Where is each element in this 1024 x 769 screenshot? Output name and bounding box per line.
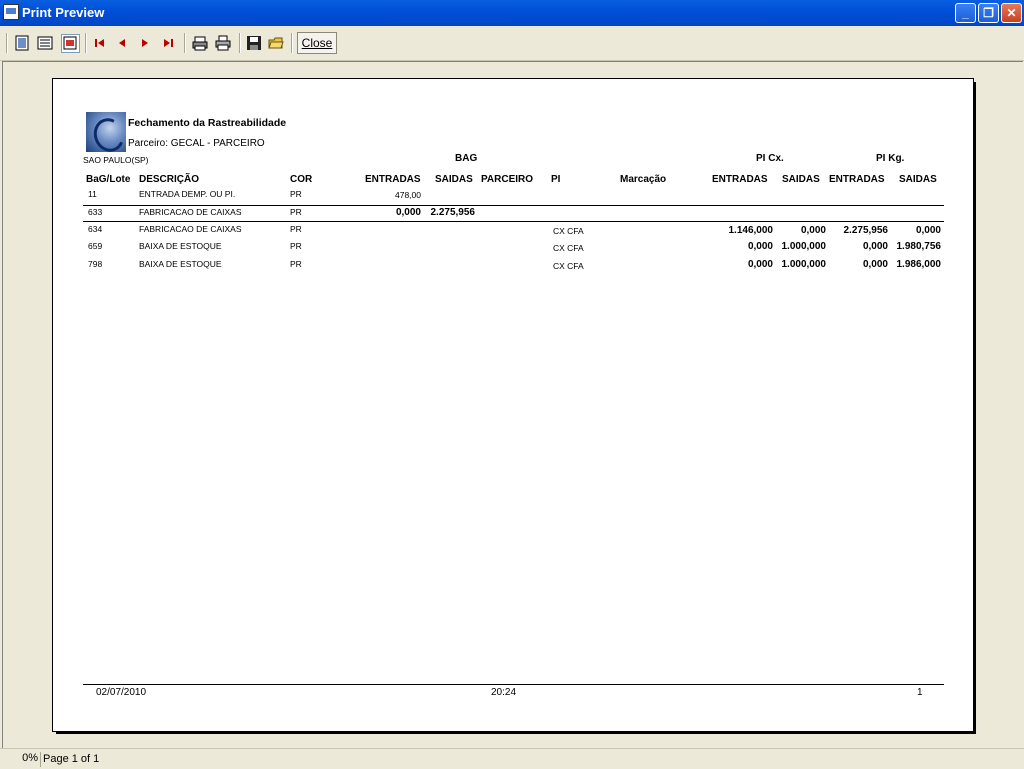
report-title: Fechamento da Rastreabilidade (128, 117, 287, 129)
footer-date: 02/07/2010 (96, 687, 147, 698)
title-bar: Print Preview _ ❐ ✕ (0, 0, 1024, 26)
row-cor: PR (290, 259, 302, 269)
location-label: SAO PAULO(SP) (83, 155, 149, 165)
row-kg-entradas: 2.275,956 (843, 225, 889, 236)
group-pi-cx: PI Cx. (756, 153, 784, 164)
row-lote: 659 (88, 241, 103, 251)
col-descricao: DESCRIÇÃO (139, 174, 200, 185)
parceiro-label: Parceiro: GECAL - PARCEIRO (128, 138, 265, 149)
previous-page-icon[interactable] (114, 35, 130, 51)
toolbar-separator (6, 33, 8, 53)
row-lote: 634 (88, 224, 103, 234)
row-cx-entradas: 0,000 (747, 259, 773, 270)
col-saidas: SAIDAS (435, 174, 473, 185)
company-logo (86, 112, 126, 152)
col-parceiro: PARCEIRO (481, 174, 534, 185)
row-entradas: 0,000 (395, 207, 421, 218)
page-width-icon[interactable] (37, 35, 53, 51)
close-button[interactable]: Close (297, 32, 337, 54)
row-pi: CX CFA (553, 226, 584, 236)
col-kg-entradas: ENTRADAS (829, 174, 885, 185)
group-bag: BAG (455, 153, 478, 164)
row-cx-entradas: 0,000 (747, 241, 773, 252)
row-saidas: 2.275,956 (430, 207, 476, 218)
col-bag-lote: BaG/Lote (86, 174, 131, 185)
footer-page-number: 1 (917, 687, 923, 698)
last-page-icon[interactable] (160, 35, 176, 51)
row-lote: 11 (88, 189, 97, 199)
row-kg-saidas: 0,000 (915, 225, 941, 236)
row-kg-entradas: 0,000 (862, 259, 888, 270)
close-window-button[interactable]: ✕ (1001, 3, 1022, 23)
next-page-icon[interactable] (137, 35, 153, 51)
row-desc: FABRICACAO DE CAIXAS (139, 224, 242, 234)
save-icon[interactable] (246, 35, 262, 51)
row-cor: PR (290, 189, 302, 199)
row-pi: CX CFA (553, 261, 584, 271)
footer-divider (83, 684, 944, 685)
first-page-icon[interactable] (92, 35, 108, 51)
report-page: Fechamento da Rastreabilidade Parceiro: … (52, 78, 974, 732)
row-entradas: 478,00 (395, 190, 421, 200)
print-setup-icon[interactable] (192, 35, 208, 51)
col-entradas: ENTRADAS (365, 174, 421, 185)
open-icon[interactable] (268, 35, 284, 51)
zoom-level: 0% (2, 752, 41, 767)
group-pi-kg: PI Kg. (876, 153, 905, 164)
row-desc: BAIXA DE ESTOQUE (139, 259, 222, 269)
row-desc: BAIXA DE ESTOQUE (139, 241, 222, 251)
restore-button[interactable]: ❐ (978, 3, 999, 23)
row-desc: FABRICACAO DE CAIXAS (139, 207, 242, 217)
col-cx-saidas: SAIDAS (782, 174, 820, 185)
row-cor: PR (290, 241, 302, 251)
whole-page-icon[interactable] (14, 35, 30, 51)
toolbar (0, 26, 1024, 61)
col-kg-saidas: SAIDAS (899, 174, 937, 185)
row-cx-entradas: 1.146,000 (728, 225, 774, 236)
print-icon[interactable] (215, 35, 231, 51)
col-marcacao: Marcação (620, 174, 667, 185)
page-info: Page 1 of 1 (43, 753, 100, 765)
row-cx-saidas: 0,000 (800, 225, 826, 236)
zoom-100-icon[interactable] (61, 34, 80, 53)
toolbar-separator (291, 33, 293, 53)
toolbar-separator (239, 33, 241, 53)
app-icon (3, 4, 19, 20)
col-cx-entradas: ENTRADAS (712, 174, 768, 185)
divider (83, 221, 944, 222)
status-bar: 0% Page 1 of 1 (0, 748, 1024, 769)
col-pi: PI (551, 174, 561, 185)
row-kg-saidas: 1.980,756 (896, 241, 942, 252)
window-title: Print Preview (22, 5, 105, 20)
row-pi: CX CFA (553, 243, 584, 253)
row-cx-saidas: 1.000,000 (781, 241, 827, 252)
row-kg-saidas: 1.986,000 (896, 259, 942, 270)
row-lote: 633 (88, 207, 103, 217)
col-cor: COR (290, 174, 313, 185)
row-cor: PR (290, 207, 302, 217)
row-lote: 798 (88, 259, 103, 269)
minimize-button[interactable]: _ (955, 3, 976, 23)
row-cx-saidas: 1.000,000 (781, 259, 827, 270)
row-kg-entradas: 0,000 (862, 241, 888, 252)
row-desc: ENTRADA DEMP. OU PI. (139, 189, 236, 199)
footer-time: 20:24 (491, 687, 517, 698)
divider (83, 205, 944, 206)
row-cor: PR (290, 224, 302, 234)
toolbar-separator (184, 33, 186, 53)
toolbar-separator (85, 33, 87, 53)
